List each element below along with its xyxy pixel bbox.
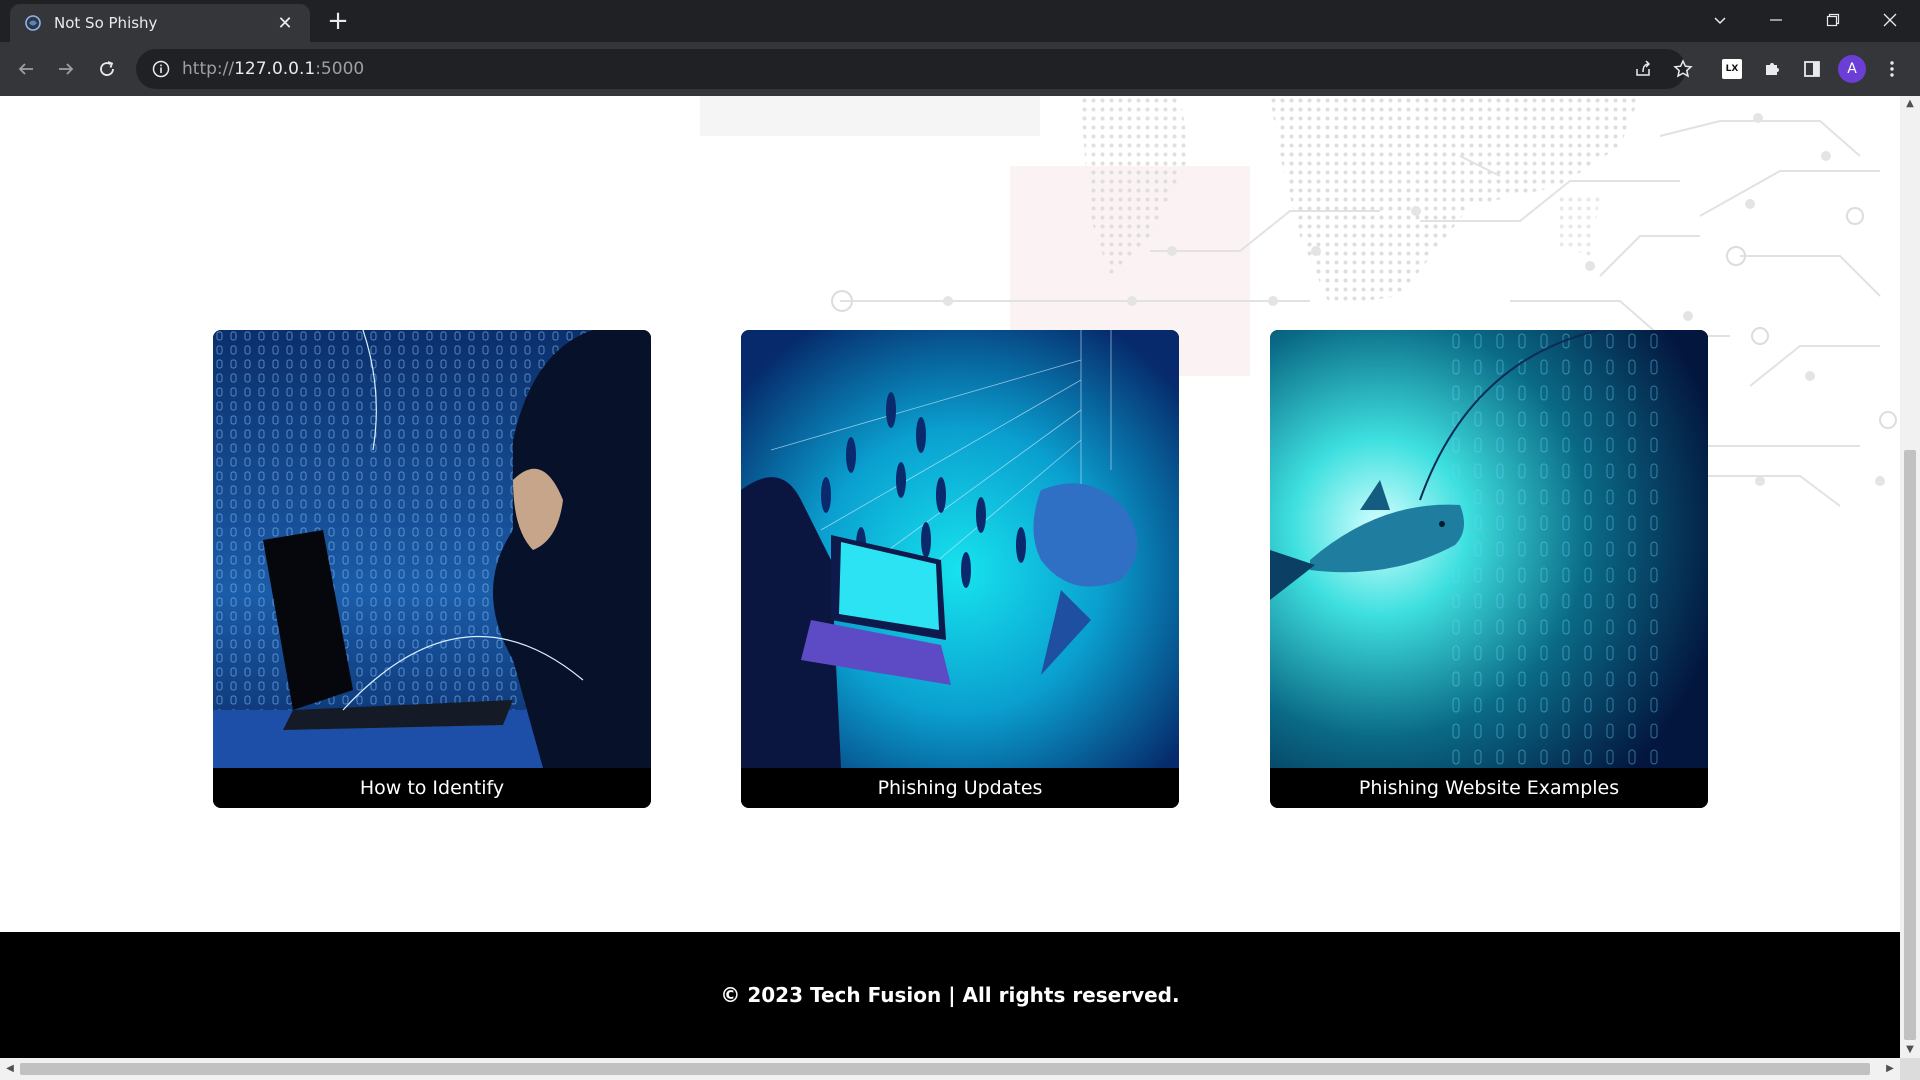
tab-close-button[interactable]: ✕	[274, 12, 296, 34]
site-footer: © 2023 Tech Fusion | All rights reserved…	[0, 932, 1900, 1058]
side-panel-button[interactable]	[1796, 53, 1828, 85]
card-phishing-updates[interactable]: Phishing Updates	[741, 330, 1179, 808]
url-scheme: http://	[182, 59, 235, 79]
address-bar[interactable]: http://127.0.0.1:5000	[136, 49, 1686, 89]
minimize-icon	[1770, 19, 1782, 21]
fish-on-hook-image	[1270, 330, 1708, 768]
horizontal-scroll-thumb[interactable]	[20, 1063, 1870, 1075]
arrow-right-icon	[59, 63, 74, 75]
scroll-left-arrow-icon[interactable]: ◀	[0, 1058, 20, 1080]
scroll-right-arrow-icon[interactable]: ▶	[1880, 1058, 1900, 1080]
lx-extension-icon: LX	[1722, 59, 1742, 79]
feature-cards: How to Identify Phishing Updates Phishin…	[0, 330, 1900, 810]
tab-title: Not So Phishy	[54, 14, 158, 32]
restore-icon	[1826, 13, 1840, 27]
restore-button[interactable]	[1813, 4, 1853, 36]
vertical-scroll-thumb[interactable]	[1904, 450, 1916, 1040]
close-icon	[1883, 13, 1897, 27]
browser-tab[interactable]: Not So Phishy ✕	[10, 4, 310, 42]
horizontal-scrollbar[interactable]: ◀ ▶	[0, 1058, 1920, 1080]
star-icon	[1673, 59, 1693, 78]
arrow-left-icon	[18, 63, 33, 75]
reload-icon	[100, 61, 114, 76]
extensions-button[interactable]	[1756, 53, 1788, 85]
browser-menu-button[interactable]	[1876, 53, 1908, 85]
side-panel-icon	[1804, 61, 1820, 77]
info-icon[interactable]	[150, 58, 172, 80]
share-button[interactable]	[1627, 53, 1659, 85]
new-tab-button[interactable]: +	[324, 8, 352, 36]
url-port: :5000	[315, 59, 365, 79]
close-window-button[interactable]	[1870, 4, 1910, 36]
reload-button[interactable]	[91, 53, 123, 85]
site-favicon-icon	[25, 15, 41, 31]
forward-button[interactable]	[50, 53, 82, 85]
puzzle-icon	[1766, 63, 1779, 75]
scroll-down-arrow-icon[interactable]: ▼	[1900, 1042, 1920, 1058]
url-host: 127.0.0.1	[234, 59, 316, 79]
share-icon	[1636, 60, 1651, 76]
hacker-laptop-image	[213, 330, 651, 768]
copyright-text: © 2023 Tech Fusion | All rights reserved…	[720, 983, 1180, 1007]
tab-search-button[interactable]	[1700, 4, 1740, 36]
url-text[interactable]: http://127.0.0.1:5000	[182, 59, 364, 79]
hooded-figure-fish-image	[741, 330, 1179, 768]
card-how-to-identify[interactable]: How to Identify	[213, 330, 651, 808]
extension-lx-button[interactable]: LX	[1716, 53, 1748, 85]
card-caption: Phishing Website Examples	[1270, 768, 1708, 808]
kebab-menu-icon	[1890, 61, 1894, 77]
browser-toolbar: http://127.0.0.1:5000 LX A	[0, 42, 1920, 96]
card-caption: Phishing Updates	[741, 768, 1179, 808]
vertical-scrollbar[interactable]: ▲ ▼	[1900, 96, 1920, 1058]
scrollbar-corner	[1900, 1058, 1920, 1080]
page-viewport: How to Identify Phishing Updates Phishin…	[0, 96, 1900, 1058]
card-caption: How to Identify	[213, 768, 651, 808]
back-button[interactable]	[10, 53, 42, 85]
card-phishing-website-examples[interactable]: Phishing Website Examples	[1270, 330, 1708, 808]
bookmark-button[interactable]	[1667, 53, 1699, 85]
minimize-button[interactable]	[1756, 4, 1796, 36]
profile-avatar[interactable]: A	[1838, 55, 1866, 83]
scroll-up-arrow-icon[interactable]: ▲	[1900, 96, 1920, 112]
chevron-down-icon	[1714, 17, 1726, 25]
tab-strip: Not So Phishy ✕ +	[0, 0, 1920, 42]
